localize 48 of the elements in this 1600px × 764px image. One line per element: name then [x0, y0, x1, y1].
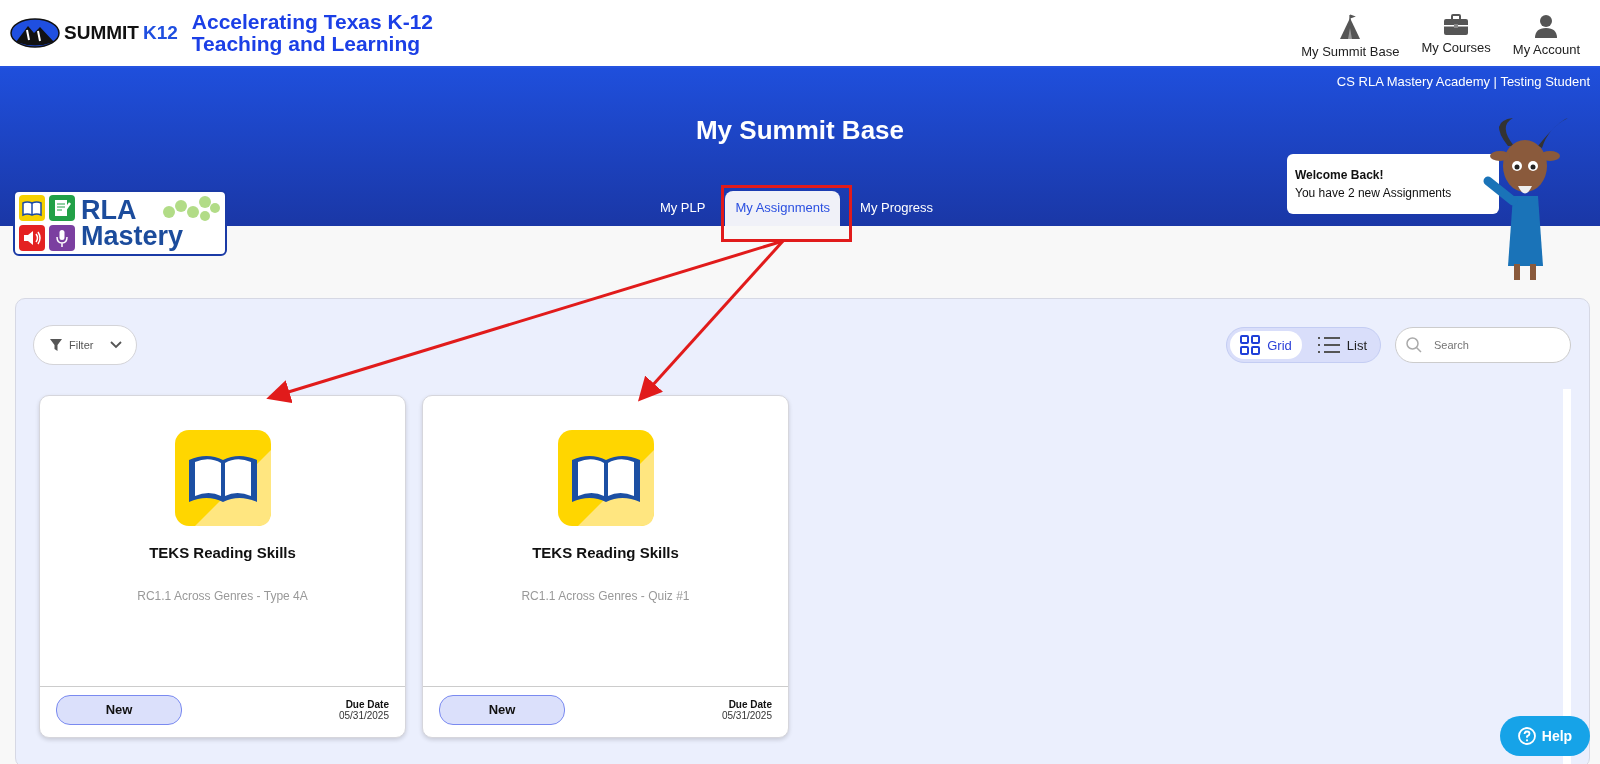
mountain-logo-icon: [10, 18, 60, 48]
brand-name: SUMMIT: [64, 22, 139, 44]
tagline-text: Accelerating Texas K-12: [191, 11, 434, 33]
nav-link[interactable]: My Courses: [1421, 13, 1491, 59]
assignment-title: TEKS Reading Skills: [149, 544, 296, 561]
tagline-text: Teaching and Learning: [191, 33, 422, 55]
assignment-subtitle: RC1.1 Across Genres - Type 4A: [137, 589, 308, 603]
welcome-title: Welcome Back!: [1295, 168, 1385, 182]
question-circle-icon: [1517, 727, 1536, 745]
book-icon: [19, 195, 45, 221]
filter-button[interactable]: Filter: [33, 325, 137, 365]
briefcase-icon: [1443, 13, 1470, 36]
notepad-pencil-icon: [49, 195, 75, 221]
status-badge: New: [439, 695, 565, 725]
chevron-down-icon: [110, 341, 122, 349]
due-date-label: Due Date: [727, 699, 772, 710]
tab[interactable]: My Assignments: [725, 191, 841, 226]
tab[interactable]: My PLP: [649, 191, 716, 226]
due-date: 05/31/2025: [721, 710, 772, 721]
program-name: Mastery: [81, 223, 184, 249]
due-date: 05/31/2025: [338, 710, 389, 721]
funnel-icon: [50, 339, 62, 351]
status-badge: New: [56, 695, 182, 725]
page-title: My Summit Base: [695, 115, 905, 146]
search-field[interactable]: Search: [1395, 327, 1571, 363]
view-option[interactable]: Grid: [1230, 331, 1302, 359]
due-date-label: Due Date: [344, 699, 389, 710]
tab[interactable]: My Progress: [850, 191, 944, 226]
person-icon: [1534, 13, 1559, 38]
grid-icon: [1240, 335, 1261, 355]
nav-link[interactable]: My Summit Base: [1301, 13, 1400, 59]
program-name: RLA: [81, 197, 138, 223]
assignment-subtitle: RC1.1 Across Genres - Quiz #1: [521, 589, 690, 603]
view-option[interactable]: List: [1307, 331, 1377, 359]
search-icon: [1406, 337, 1422, 353]
assignment-card[interactable]: TEKS Reading Skills RC1.1 Across Genres - Quiz #1 New Due Date 05/31/2025: [422, 395, 789, 738]
brand-suffix: K12: [142, 22, 178, 44]
microphone-icon: [49, 225, 75, 251]
speaker-icon: [19, 225, 45, 251]
list-icon: [1317, 336, 1340, 354]
tent-icon: [1339, 13, 1362, 40]
assignment-card[interactable]: TEKS Reading Skills RC1.1 Across Genres - Type 4A New Due Date 05/31/2025: [39, 395, 406, 738]
nav-link[interactable]: My Account: [1512, 13, 1580, 59]
school-student-label: CS RLA Mastery Academy | Testing Student: [1336, 74, 1590, 89]
assignment-title: TEKS Reading Skills: [532, 544, 679, 561]
open-book-icon: [557, 430, 654, 526]
welcome-message: You have 2 new Assignments: [1295, 186, 1453, 200]
open-book-icon: [174, 430, 271, 526]
